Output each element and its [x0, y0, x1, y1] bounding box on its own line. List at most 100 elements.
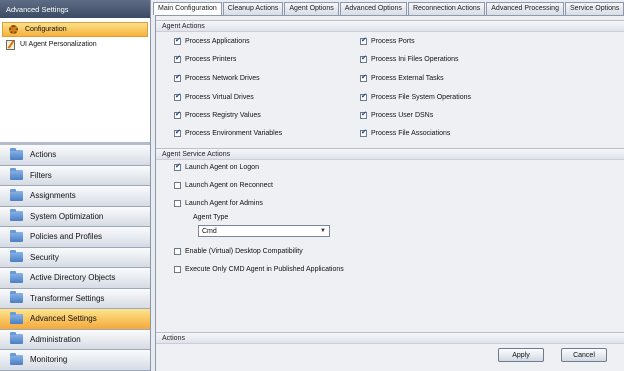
checkbox-process-file-associations[interactable]: Process File Associations [360, 128, 451, 137]
checkbox-label: Enable (Virtual) Desktop Compatibility [185, 248, 303, 255]
tab-agent-options[interactable]: Agent Options [284, 2, 339, 15]
folder-icon [10, 250, 23, 263]
checkbox-process-external-tasks[interactable]: Process External Tasks [360, 73, 444, 82]
pencil-icon [6, 39, 15, 50]
agent-type-select[interactable]: Cmd ▼ [198, 225, 330, 237]
checkbox-box[interactable] [174, 128, 181, 137]
checkbox-box[interactable] [174, 266, 181, 273]
folder-icon [10, 188, 23, 201]
checkbox-label: Process Registry Values [185, 112, 261, 119]
nav-item-system-optimization[interactable]: System Optimization [0, 206, 150, 227]
nav-item-label: Filters [30, 170, 52, 180]
nav-item-filters[interactable]: Filters [0, 165, 150, 186]
nav-item-label: System Optimization [30, 211, 104, 221]
nav-item-label: Advanced Settings [30, 314, 97, 324]
checkbox-process-network-drives[interactable]: Process Network Drives [174, 73, 260, 82]
tree-item-ui-agent-personalization[interactable]: UI Agent Personalization [0, 37, 150, 52]
checkbox-box[interactable] [174, 182, 181, 189]
folder-icon [10, 291, 23, 304]
nav-list: Actions Filters Assignments System Optim… [0, 145, 150, 371]
checkbox-process-ports[interactable]: Process Ports [360, 36, 415, 45]
nav-item-label: Monitoring [30, 355, 68, 365]
tab-advanced-processing[interactable]: Advanced Processing [486, 2, 564, 15]
checkbox-box[interactable] [174, 54, 181, 63]
checkbox-process-printers[interactable]: Process Printers [174, 54, 237, 63]
nav-item-label: Transformer Settings [30, 293, 105, 303]
nav-item-policies-and-profiles[interactable]: Policies and Profiles [0, 227, 150, 248]
agent-actions-group: Process Applications Process Printers Pr… [156, 32, 624, 148]
tab-advanced-options[interactable]: Advanced Options [339, 2, 407, 15]
checkbox-label: Launch Agent for Admins [185, 200, 263, 207]
checkbox-box[interactable] [174, 162, 181, 171]
checkbox-process-environment-variables[interactable]: Process Environment Variables [174, 128, 283, 137]
sidebar-header: Advanced Settings [0, 0, 150, 18]
checkbox-box[interactable] [174, 110, 181, 119]
tab-cleanup-actions[interactable]: Cleanup Actions [222, 2, 284, 15]
checkbox-launch-agent-for-admins[interactable]: Launch Agent for Admins [174, 200, 263, 207]
checkbox-box[interactable] [360, 110, 367, 119]
nav-item-security[interactable]: Security [0, 247, 150, 268]
apply-button[interactable]: Apply [498, 348, 544, 362]
checkbox-box[interactable] [174, 36, 181, 45]
nav-item-transformer-settings[interactable]: Transformer Settings [0, 288, 150, 309]
agent-type-value: Cmd [202, 228, 217, 235]
tab-bar: Main Configuration Cleanup Actions Agent… [153, 2, 624, 15]
nav-item-assignments[interactable]: Assignments [0, 186, 150, 207]
checkbox-box[interactable] [360, 54, 367, 63]
agent-actions-header: Agent Actions [156, 20, 624, 32]
actions-group: Apply Cancel [156, 344, 624, 371]
checkbox-process-applications[interactable]: Process Applications [174, 36, 250, 45]
checkbox-box[interactable] [174, 73, 181, 82]
checkbox-box[interactable] [360, 73, 367, 82]
tree-item-label: Configuration [25, 26, 67, 33]
cancel-button[interactable]: Cancel [561, 348, 607, 362]
nav-item-active-directory-objects[interactable]: Active Directory Objects [0, 268, 150, 289]
nav-item-administration[interactable]: Administration [0, 329, 150, 350]
tab-service-options[interactable]: Service Options [564, 2, 624, 15]
checkbox-box[interactable] [360, 128, 367, 137]
checkbox-label: Process User DSNs [371, 112, 434, 119]
folder-icon [10, 311, 23, 324]
agent-type-label: Agent Type [193, 214, 229, 221]
nav-item-label: Policies and Profiles [30, 232, 103, 242]
checkbox-label: Process External Tasks [371, 75, 444, 82]
sidebar: Advanced Settings Configuration UI Agent… [0, 0, 151, 371]
checkbox-label: Process Environment Variables [185, 130, 283, 137]
folder-icon [10, 168, 23, 181]
agent-service-actions-header: Agent Service Actions [156, 148, 624, 160]
nav-item-actions[interactable]: Actions [0, 145, 150, 166]
checkbox-label: Execute Only CMD Agent in Published Appl… [185, 266, 344, 273]
nav-item-label: Actions [30, 150, 57, 160]
checkbox-process-ini-files-operations[interactable]: Process Ini Files Operations [360, 54, 459, 63]
checkbox-box[interactable] [174, 248, 181, 255]
checkbox-process-user-dsns[interactable]: Process User DSNs [360, 110, 434, 119]
nav-item-label: Active Directory Objects [30, 273, 116, 283]
tab-reconnection-actions[interactable]: Reconnection Actions [407, 2, 486, 15]
nav-item-advanced-settings[interactable]: Advanced Settings [0, 309, 150, 330]
folder-icon [10, 229, 23, 242]
folder-icon [10, 147, 23, 160]
checkbox-execute-only-cmd-agent[interactable]: Execute Only CMD Agent in Published Appl… [174, 266, 344, 273]
checkbox-launch-agent-on-reconnect[interactable]: Launch Agent on Reconnect [174, 182, 273, 189]
checkbox-process-file-system-operations[interactable]: Process File System Operations [360, 92, 471, 101]
checkbox-label: Process File Associations [371, 130, 451, 137]
checkbox-process-registry-values[interactable]: Process Registry Values [174, 110, 261, 119]
checkbox-label: Process Printers [185, 56, 237, 63]
checkbox-label: Process Ports [371, 38, 415, 45]
nav-item-monitoring[interactable]: Monitoring [0, 350, 150, 371]
checkbox-box[interactable] [174, 200, 181, 207]
checkbox-box[interactable] [174, 92, 181, 101]
checkbox-launch-agent-on-logon[interactable]: Launch Agent on Logon [174, 162, 259, 171]
folder-icon [10, 352, 23, 365]
checkbox-label: Process Virtual Drives [185, 94, 254, 101]
chevron-down-icon[interactable]: ▼ [320, 228, 326, 234]
checkbox-box[interactable] [360, 92, 367, 101]
checkbox-enable-virtual-desktop-compatibility[interactable]: Enable (Virtual) Desktop Compatibility [174, 248, 303, 255]
checkbox-label: Process Ini Files Operations [371, 56, 459, 63]
tab-main-configuration[interactable]: Main Configuration [153, 2, 222, 15]
checkbox-label: Process Network Drives [185, 75, 260, 82]
tree-item-configuration[interactable]: Configuration [2, 22, 148, 37]
checkbox-box[interactable] [360, 36, 367, 45]
checkbox-process-virtual-drives[interactable]: Process Virtual Drives [174, 92, 254, 101]
nav-item-label: Administration [30, 334, 81, 344]
